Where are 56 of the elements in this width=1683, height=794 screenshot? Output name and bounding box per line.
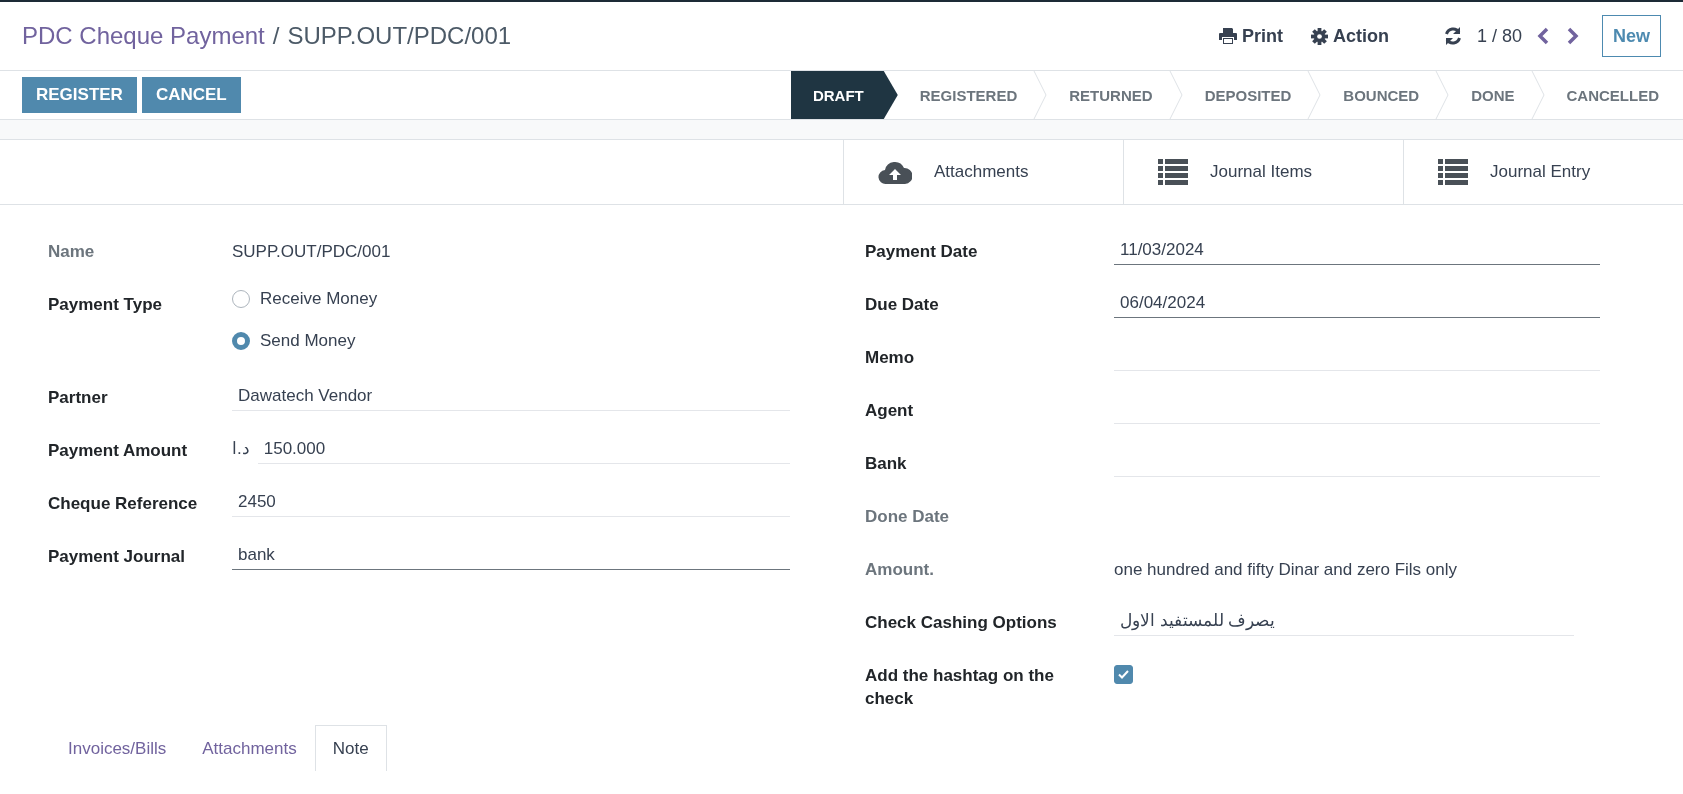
status-stage[interactable]: BOUNCED xyxy=(1321,71,1436,119)
list-icon xyxy=(1438,159,1468,185)
action-button[interactable]: REGISTER xyxy=(22,77,137,113)
field-label: Payment Date xyxy=(865,241,979,263)
breadcrumb-link[interactable]: PDC Cheque Payment xyxy=(22,22,265,50)
checkbox[interactable] xyxy=(1114,665,1133,684)
notebook-tab[interactable]: Invoices/Bills xyxy=(50,725,185,771)
currency-symbol: د.ا xyxy=(232,438,251,460)
radio-option[interactable]: Receive Money xyxy=(232,289,790,309)
radio-option[interactable]: Send Money xyxy=(232,331,790,351)
new-button[interactable]: New xyxy=(1602,15,1661,57)
field-value: SUPP.OUT/PDC/001 xyxy=(232,241,392,263)
status-stage[interactable]: DRAFT xyxy=(790,71,898,119)
gear-icon xyxy=(1310,27,1328,45)
field-label: Amount. xyxy=(865,559,935,581)
field-label: Name xyxy=(48,241,96,263)
refresh-icon[interactable] xyxy=(1442,26,1463,46)
chevron-left-icon[interactable] xyxy=(1536,27,1550,45)
breadcrumb-separator: / xyxy=(272,22,280,50)
notebook-tab[interactable]: Attachments xyxy=(184,725,315,771)
list-icon xyxy=(1158,159,1188,185)
notebook-tab[interactable]: Note xyxy=(314,725,387,771)
field-label: Cheque Reference xyxy=(48,493,199,515)
field-value: one hundred and fifty Dinar and zero Fils only xyxy=(1114,559,1459,581)
field-label: Payment Journal xyxy=(48,546,186,568)
status-stage[interactable]: REGISTERED xyxy=(897,71,1034,119)
input-field[interactable]: bank xyxy=(232,532,790,570)
input-field[interactable]: يصرف للمستفيد الاول xyxy=(1114,598,1574,636)
status-stage[interactable]: CANCELLED xyxy=(1544,71,1683,119)
field-label: Memo xyxy=(865,347,916,369)
field-label: Partner xyxy=(48,387,109,409)
print-button[interactable]: Print xyxy=(1218,25,1283,47)
field-label: Agent xyxy=(865,400,915,422)
status-stage[interactable]: DONE xyxy=(1449,71,1531,119)
check-icon xyxy=(1118,670,1129,679)
field-label: Payment Amount xyxy=(48,440,189,462)
input-field[interactable]: Dawatech Vendor xyxy=(232,373,790,411)
status-stage[interactable]: RETURNED xyxy=(1047,71,1169,119)
input-field[interactable]: 11/03/2024 xyxy=(1114,227,1600,265)
input-field[interactable]: 06/04/2024 xyxy=(1114,280,1600,318)
chevron-right-icon[interactable] xyxy=(1566,27,1580,45)
pager-counter: 1 / 80 xyxy=(1476,25,1522,47)
amount-field[interactable]: 150.000 xyxy=(257,426,790,464)
field-label: Due Date xyxy=(865,294,940,316)
record-title: SUPP.OUT/PDC/001 xyxy=(287,22,512,50)
printer-icon xyxy=(1218,28,1237,44)
input-field[interactable]: 2450 xyxy=(232,479,790,517)
cloud-upload-icon xyxy=(878,159,912,185)
field-label: Check Cashing Options xyxy=(865,612,1058,634)
field-label: Payment Type xyxy=(48,294,163,316)
field-label: Add the hashtag on the check xyxy=(865,665,1055,710)
field-label: Bank xyxy=(865,453,908,475)
status-stage[interactable]: DEPOSITED xyxy=(1182,71,1308,119)
field-label: Done Date xyxy=(865,506,951,528)
action-button[interactable]: Action xyxy=(1310,25,1389,47)
action-button[interactable]: CANCEL xyxy=(141,77,241,113)
